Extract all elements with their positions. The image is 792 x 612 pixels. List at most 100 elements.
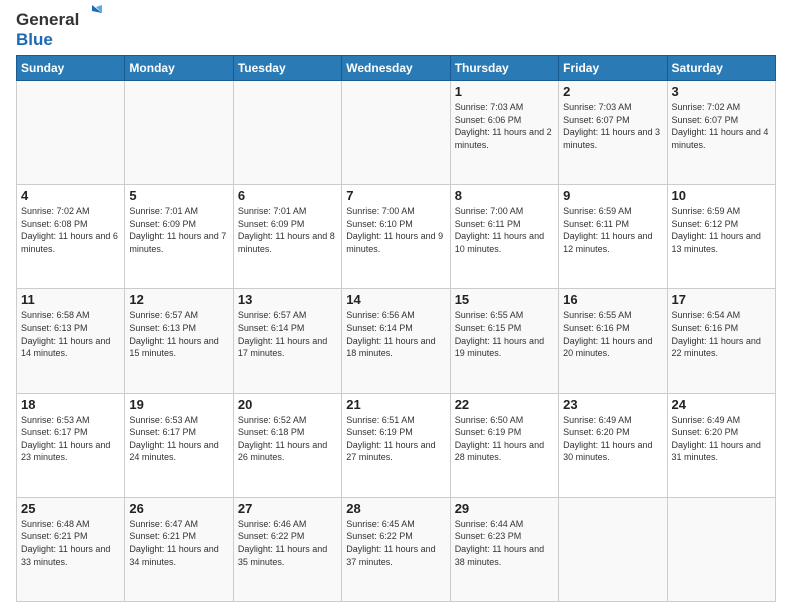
day-number: 25 (21, 501, 120, 516)
day-number: 11 (21, 292, 120, 307)
logo-bird-icon (82, 5, 102, 27)
day-info: Sunrise: 6:55 AM Sunset: 6:15 PM Dayligh… (455, 309, 554, 359)
day-number: 8 (455, 188, 554, 203)
day-info: Sunrise: 7:00 AM Sunset: 6:11 PM Dayligh… (455, 205, 554, 255)
day-info: Sunrise: 7:02 AM Sunset: 6:08 PM Dayligh… (21, 205, 120, 255)
day-number: 3 (672, 84, 771, 99)
day-number: 13 (238, 292, 337, 307)
day-number: 6 (238, 188, 337, 203)
calendar-cell: 26Sunrise: 6:47 AM Sunset: 6:21 PM Dayli… (125, 497, 233, 601)
day-info: Sunrise: 6:53 AM Sunset: 6:17 PM Dayligh… (21, 414, 120, 464)
calendar-cell: 14 Sunrise: 6:56 AM Sunset: 6:14 PM Dayli… (342, 289, 450, 393)
day-info: Sunrise: 6:49 AM Sunset: 6:20 PM Dayligh… (672, 414, 771, 464)
calendar-cell: 2 Sunrise: 7:03 AM Sunset: 6:07 PM Daylig… (559, 81, 667, 185)
day-header-thursday: Thursday (450, 56, 558, 81)
day-number: 2 (563, 84, 662, 99)
day-info: Sunrise: 6:52 AM Sunset: 6:18 PM Dayligh… (238, 414, 337, 464)
day-info: Sunrise: 6:50 AM Sunset: 6:19 PM Dayligh… (455, 414, 554, 464)
page: General Blue SundayMondayTuesdayWednesda… (0, 0, 792, 612)
day-info: Sunrise: 6:58 AM Sunset: 6:13 PM Dayligh… (21, 309, 120, 359)
day-info: Sunrise: 6:49 AM Sunset: 6:20 PM Dayligh… (563, 414, 662, 464)
day-info: Sunrise: 7:03 AM Sunset: 6:07 PM Dayligh… (563, 101, 662, 151)
day-number: 20 (238, 397, 337, 412)
day-info: Sunrise: 6:57 AM Sunset: 6:14 PM Dayligh… (238, 309, 337, 359)
calendar-cell: 22 Sunrise: 6:50 AM Sunset: 6:19 PM Dayli… (450, 393, 558, 497)
day-number: 5 (129, 188, 228, 203)
calendar-cell: 3 Sunrise: 7:02 AM Sunset: 6:07 PM Daylig… (667, 81, 775, 185)
calendar-cell: 11 Sunrise: 6:58 AM Sunset: 6:13 PM Dayli… (17, 289, 125, 393)
calendar-cell (233, 81, 341, 185)
day-number: 19 (129, 397, 228, 412)
calendar-cell (559, 497, 667, 601)
calendar-cell: 25 Sunrise: 6:48 AM Sunset: 6:21 PM Dayli… (17, 497, 125, 601)
calendar-cell: 16 Sunrise: 6:55 AM Sunset: 6:16 PM Dayli… (559, 289, 667, 393)
calendar-week-4: 18 Sunrise: 6:53 AM Sunset: 6:17 PM Dayli… (17, 393, 776, 497)
day-info: Sunrise: 6:57 AM Sunset: 6:13 PM Dayligh… (129, 309, 228, 359)
day-info: Sunrise: 6:48 AM Sunset: 6:21 PM Dayligh… (21, 518, 120, 568)
calendar-week-2: 4Sunrise: 7:02 AM Sunset: 6:08 PM Daylig… (17, 185, 776, 289)
day-info: Sunrise: 6:51 AM Sunset: 6:19 PM Dayligh… (346, 414, 445, 464)
calendar-header-row: SundayMondayTuesdayWednesdayThursdayFrid… (17, 56, 776, 81)
calendar-cell: 15 Sunrise: 6:55 AM Sunset: 6:15 PM Dayli… (450, 289, 558, 393)
day-number: 1 (455, 84, 554, 99)
calendar-cell: 20 Sunrise: 6:52 AM Sunset: 6:18 PM Dayli… (233, 393, 341, 497)
logo-container: General Blue (16, 10, 102, 49)
day-header-wednesday: Wednesday (342, 56, 450, 81)
day-info: Sunrise: 6:56 AM Sunset: 6:14 PM Dayligh… (346, 309, 445, 359)
day-info: Sunrise: 6:47 AM Sunset: 6:21 PM Dayligh… (129, 518, 228, 568)
day-number: 16 (563, 292, 662, 307)
day-number: 15 (455, 292, 554, 307)
day-number: 18 (21, 397, 120, 412)
calendar-cell: 12 Sunrise: 6:57 AM Sunset: 6:13 PM Dayli… (125, 289, 233, 393)
day-header-tuesday: Tuesday (233, 56, 341, 81)
day-number: 22 (455, 397, 554, 412)
calendar-week-5: 25 Sunrise: 6:48 AM Sunset: 6:21 PM Dayli… (17, 497, 776, 601)
day-number: 14 (346, 292, 445, 307)
day-info: Sunrise: 6:46 AM Sunset: 6:22 PM Dayligh… (238, 518, 337, 568)
day-info: Sunrise: 6:55 AM Sunset: 6:16 PM Dayligh… (563, 309, 662, 359)
calendar-cell: 13 Sunrise: 6:57 AM Sunset: 6:14 PM Dayli… (233, 289, 341, 393)
day-number: 10 (672, 188, 771, 203)
calendar-cell (17, 81, 125, 185)
day-number: 17 (672, 292, 771, 307)
logo: General Blue (16, 10, 102, 49)
calendar-cell: 18 Sunrise: 6:53 AM Sunset: 6:17 PM Dayli… (17, 393, 125, 497)
day-number: 27 (238, 501, 337, 516)
calendar-cell: 29 Sunrise: 6:44 AM Sunset: 6:23 PM Dayli… (450, 497, 558, 601)
calendar-cell (667, 497, 775, 601)
day-header-sunday: Sunday (17, 56, 125, 81)
day-number: 29 (455, 501, 554, 516)
day-info: Sunrise: 6:44 AM Sunset: 6:23 PM Dayligh… (455, 518, 554, 568)
calendar-cell (125, 81, 233, 185)
calendar-cell: 21Sunrise: 6:51 AM Sunset: 6:19 PM Dayli… (342, 393, 450, 497)
calendar-cell: 28Sunrise: 6:45 AM Sunset: 6:22 PM Dayli… (342, 497, 450, 601)
calendar-cell: 9Sunrise: 6:59 AM Sunset: 6:11 PM Daylig… (559, 185, 667, 289)
calendar-cell: 7Sunrise: 7:00 AM Sunset: 6:10 PM Daylig… (342, 185, 450, 289)
logo-blue: Blue (16, 30, 53, 50)
calendar-cell: 23 Sunrise: 6:49 AM Sunset: 6:20 PM Dayli… (559, 393, 667, 497)
day-number: 9 (563, 188, 662, 203)
calendar-cell (342, 81, 450, 185)
day-info: Sunrise: 7:03 AM Sunset: 6:06 PM Dayligh… (455, 101, 554, 151)
day-header-monday: Monday (125, 56, 233, 81)
calendar-cell: 4Sunrise: 7:02 AM Sunset: 6:08 PM Daylig… (17, 185, 125, 289)
calendar-table: SundayMondayTuesdayWednesdayThursdayFrid… (16, 55, 776, 602)
day-number: 23 (563, 397, 662, 412)
day-info: Sunrise: 7:01 AM Sunset: 6:09 PM Dayligh… (129, 205, 228, 255)
calendar-cell: 8 Sunrise: 7:00 AM Sunset: 6:11 PM Daylig… (450, 185, 558, 289)
calendar-cell: 1 Sunrise: 7:03 AM Sunset: 6:06 PM Daylig… (450, 81, 558, 185)
calendar-cell: 19 Sunrise: 6:53 AM Sunset: 6:17 PM Dayli… (125, 393, 233, 497)
day-number: 12 (129, 292, 228, 307)
calendar-cell: 5 Sunrise: 7:01 AM Sunset: 6:09 PM Daylig… (125, 185, 233, 289)
day-info: Sunrise: 7:02 AM Sunset: 6:07 PM Dayligh… (672, 101, 771, 151)
calendar-week-1: 1 Sunrise: 7:03 AM Sunset: 6:06 PM Daylig… (17, 81, 776, 185)
day-header-friday: Friday (559, 56, 667, 81)
day-info: Sunrise: 6:53 AM Sunset: 6:17 PM Dayligh… (129, 414, 228, 464)
day-number: 28 (346, 501, 445, 516)
calendar-cell: 27 Sunrise: 6:46 AM Sunset: 6:22 PM Dayli… (233, 497, 341, 601)
day-info: Sunrise: 6:54 AM Sunset: 6:16 PM Dayligh… (672, 309, 771, 359)
day-number: 24 (672, 397, 771, 412)
header: General Blue (16, 10, 776, 49)
calendar-cell: 24 Sunrise: 6:49 AM Sunset: 6:20 PM Dayli… (667, 393, 775, 497)
day-info: Sunrise: 6:59 AM Sunset: 6:12 PM Dayligh… (672, 205, 771, 255)
